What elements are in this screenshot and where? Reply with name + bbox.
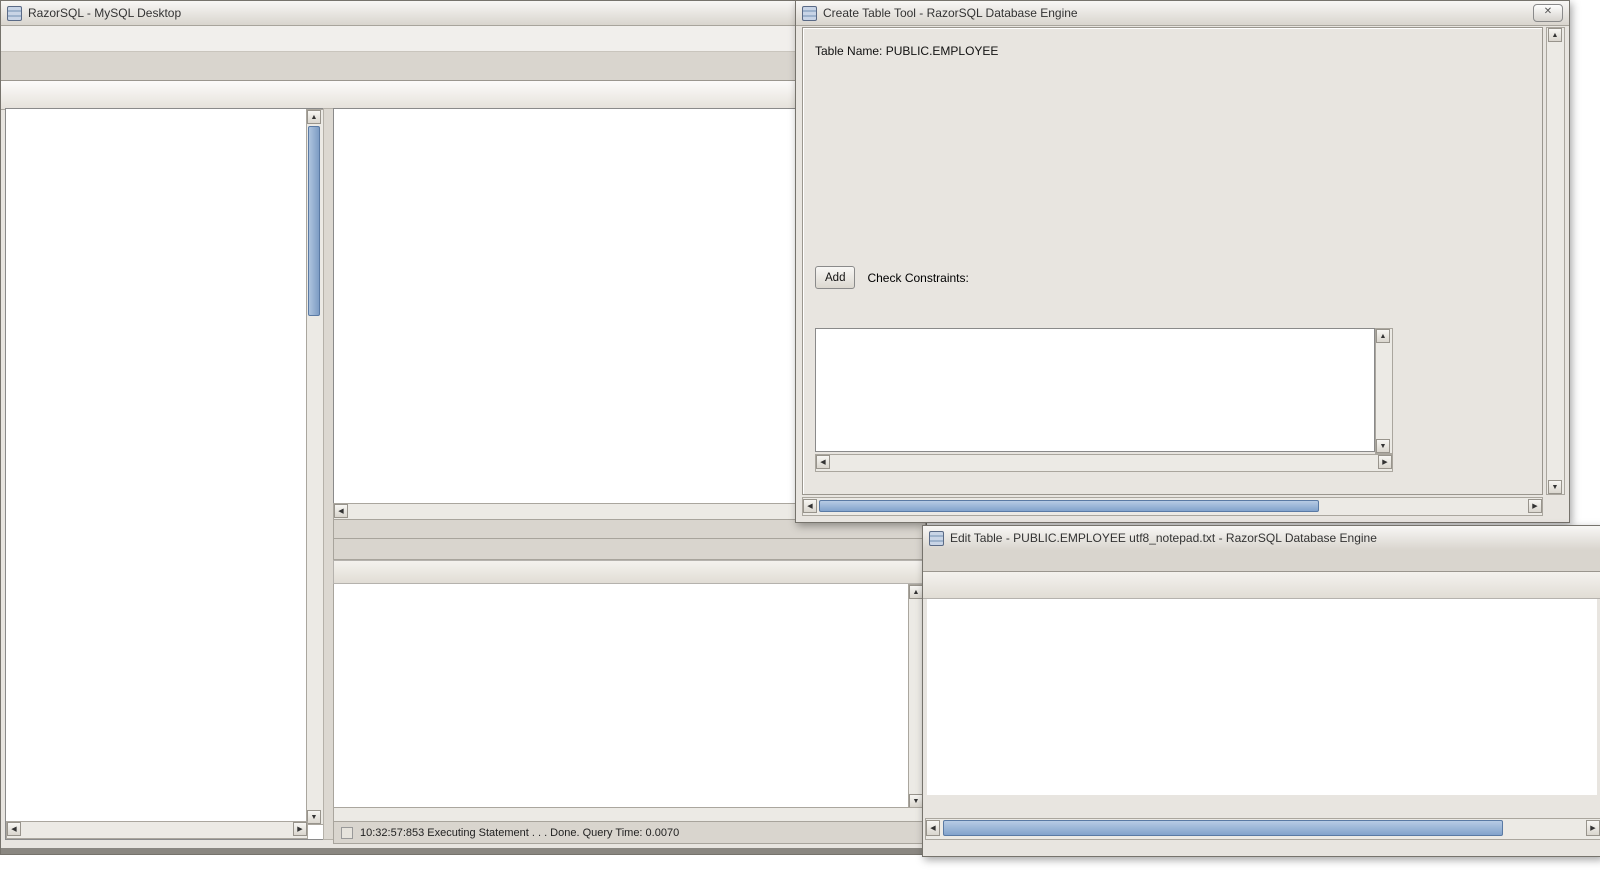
tree-scroll-thumb[interactable] [308, 126, 320, 316]
database-tree [6, 109, 308, 823]
connection-tab-bar [1, 52, 926, 81]
menu-bar [1, 26, 926, 52]
scroll-right-icon[interactable]: ▶ [293, 822, 307, 836]
check-constraints-label: Check Constraints: [867, 270, 969, 285]
tree-horizontal-scrollbar[interactable]: ◀ ▶ [6, 821, 308, 839]
close-icon[interactable]: ✕ [1533, 4, 1563, 22]
table-name-value: PUBLIC.EMPLOYEE [885, 44, 999, 58]
dialog-vertical-scrollbar[interactable]: ▲ ▼ [1546, 27, 1565, 495]
scroll-right-icon[interactable]: ▶ [1528, 499, 1542, 513]
dialog-scroll-thumb[interactable] [819, 499, 1319, 512]
scroll-up-icon[interactable]: ▲ [909, 585, 923, 599]
main-window: RazorSQL - MySQL Desktop ▲ ▼ ◀ ▶ ◀ ▲ ▼ 1… [0, 0, 927, 855]
results-toolbar [333, 560, 924, 584]
scroll-down-icon[interactable]: ▼ [307, 810, 321, 824]
scroll-left-icon[interactable]: ◀ [803, 499, 817, 513]
database-dialog-icon [802, 5, 817, 21]
sql-preview-horizontal-scrollbar[interactable]: ◀ ▶ [815, 454, 1393, 472]
scroll-right-icon[interactable]: ▶ [1586, 820, 1600, 836]
scroll-left-icon[interactable]: ◀ [7, 822, 21, 836]
edit-dialog-toolbar [923, 572, 1600, 599]
scroll-down-icon[interactable]: ▼ [909, 794, 923, 807]
database-dialog-icon [929, 530, 944, 546]
create-dialog-title: Create Table Tool - RazorSQL Database En… [823, 6, 1078, 20]
scroll-left-icon[interactable]: ◀ [334, 504, 348, 518]
results-status-text: 10:32:57:853 Executing Statement . . . D… [360, 826, 680, 839]
edit-scroll-thumb[interactable] [943, 820, 1503, 836]
database-tree-panel: ▲ ▼ ◀ ▶ [5, 108, 325, 840]
scroll-down-icon[interactable]: ▼ [1548, 480, 1562, 494]
scroll-left-icon[interactable]: ◀ [816, 455, 830, 469]
results-status-bar: 10:32:57:853 Executing Statement . . . D… [333, 821, 924, 844]
window-bottom-edge [1, 848, 926, 854]
scroll-up-icon[interactable]: ▲ [1376, 329, 1390, 343]
edit-table-dialog: Edit Table - PUBLIC.EMPLOYEE utf8_notepa… [922, 525, 1600, 857]
results-grid-container: ▲ ▼ [333, 584, 926, 807]
table-name-label: Table Name: [815, 44, 883, 58]
scroll-down-icon[interactable]: ▼ [1376, 439, 1390, 453]
create-table-dialog: Create Table Tool - RazorSQL Database En… [795, 0, 1570, 523]
add-column-button[interactable]: Add [815, 266, 856, 289]
create-dialog-title-bar[interactable]: Create Table Tool - RazorSQL Database En… [796, 1, 1569, 26]
edit-grid-container [927, 599, 1597, 795]
razorsql-app-icon [7, 5, 22, 21]
edit-dialog-tab-bar [923, 550, 1600, 572]
dialog-horizontal-scrollbar[interactable]: ◀ ▶ [802, 497, 1543, 516]
sql-preview-vertical-scrollbar[interactable]: ▲ ▼ [1375, 328, 1393, 454]
main-window-title: RazorSQL - MySQL Desktop [28, 6, 182, 20]
main-title-bar[interactable]: RazorSQL - MySQL Desktop [1, 1, 926, 26]
status-icon [341, 826, 353, 839]
edit-dialog-title: Edit Table - PUBLIC.EMPLOYEE utf8_notepa… [950, 531, 1377, 545]
edit-dialog-title-bar[interactable]: Edit Table - PUBLIC.EMPLOYEE utf8_notepa… [923, 526, 1600, 551]
scroll-left-icon[interactable]: ◀ [926, 820, 940, 836]
scroll-right-icon[interactable]: ▶ [1378, 455, 1392, 469]
table-name-row: Table Name: PUBLIC.EMPLOYEE [815, 44, 998, 58]
query-results-panel: ▲ ▼ 10:32:57:853 Executing Statement . .… [333, 538, 926, 848]
edit-grid-horizontal-scrollbar[interactable]: ◀ ▶ [925, 818, 1600, 840]
results-tab-bar [333, 538, 924, 560]
scroll-up-icon[interactable]: ▲ [1548, 28, 1562, 42]
generated-sql-preview[interactable] [815, 328, 1375, 452]
create-dialog-content: Table Name: PUBLIC.EMPLOYEE Add Check Co… [802, 27, 1543, 495]
scroll-up-icon[interactable]: ▲ [307, 110, 321, 124]
main-toolbar [1, 81, 926, 110]
screen: RazorSQL - MySQL Desktop ▲ ▼ ◀ ▶ ◀ ▲ ▼ 1… [0, 0, 1600, 882]
tree-vertical-scrollbar[interactable]: ▲ ▼ [306, 109, 324, 825]
